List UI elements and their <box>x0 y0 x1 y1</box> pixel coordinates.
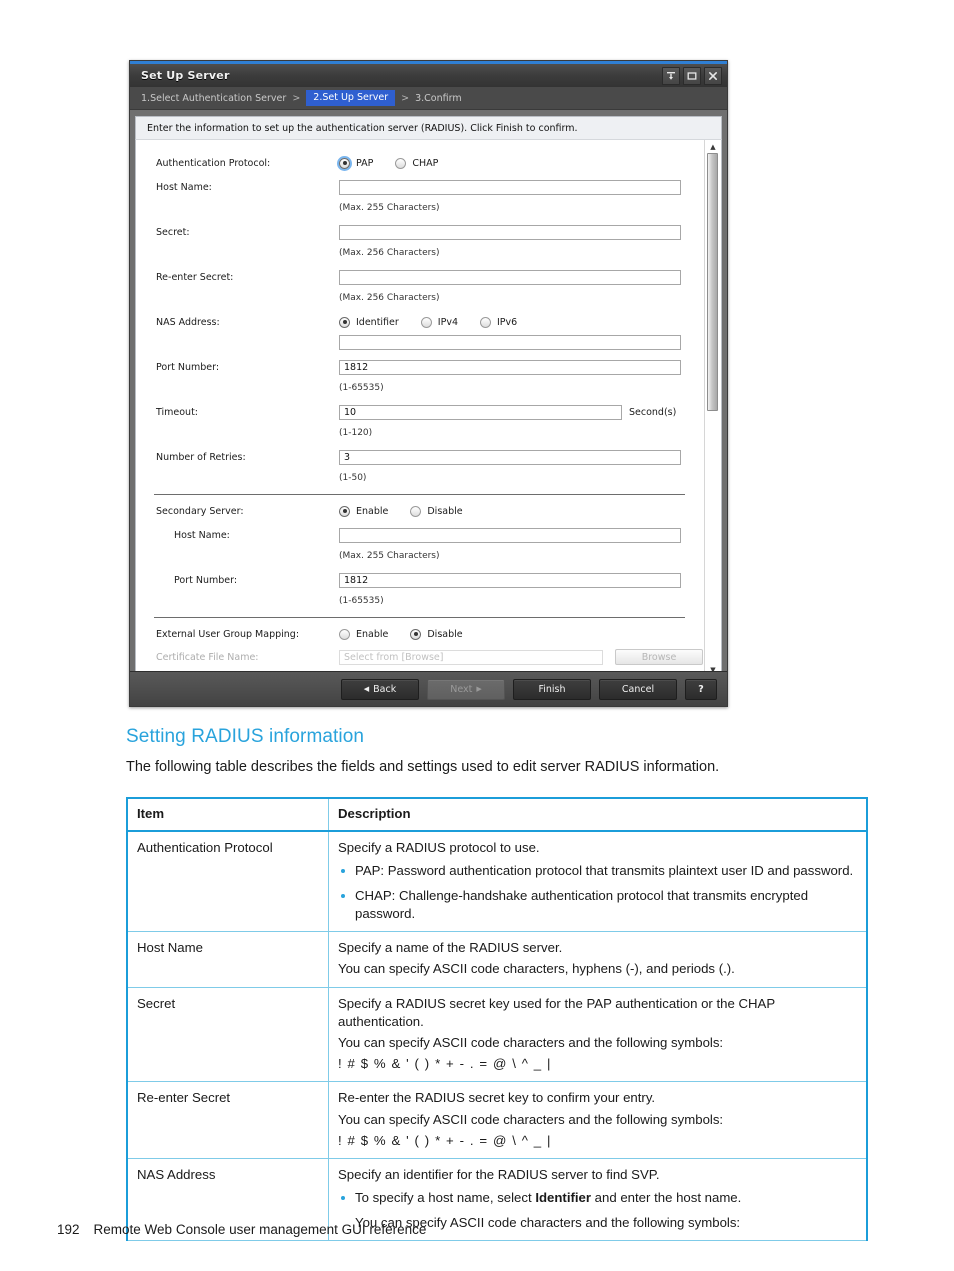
section-heading: Setting RADIUS information <box>126 726 365 747</box>
table-row: Secret Specify a RADIUS secret key used … <box>126 986 868 1083</box>
desc-bullet-list: PAP: Password authentication protocol th… <box>338 862 857 923</box>
page-number: 192 <box>57 1222 80 1237</box>
row-item-reenter-secret: Re-enter Secret <box>126 1081 329 1160</box>
row-item-secret: Secret <box>126 986 329 1083</box>
desc-bullet: PAP: Password authentication protocol th… <box>338 862 857 880</box>
bullet-post: and enter the host name. <box>591 1190 742 1206</box>
page-footer: 192 Remote Web Console user management GU… <box>57 1222 426 1237</box>
row-desc-secret: Specify a RADIUS secret key used for the… <box>328 986 868 1083</box>
desc-symbols: ! # $ % & ' ( ) * + - . = @ \ ^ _ | <box>338 1132 552 1148</box>
table-row: Host Name Specify a name of the RADIUS s… <box>126 931 868 988</box>
table-header-row: Item Description <box>126 796 868 833</box>
radius-fields-table: Item Description Authentication Protocol… <box>126 796 868 1241</box>
table-header-item: Item <box>126 796 329 833</box>
desc-lead: Specify a RADIUS protocol to use. <box>338 840 540 856</box>
row-desc-auth-protocol: Specify a RADIUS protocol to use. PAP: P… <box>328 830 868 933</box>
row-item-auth-protocol: Authentication Protocol <box>126 830 329 933</box>
desc-line: You can specify ASCII code characters an… <box>338 1034 724 1050</box>
intro-paragraph: The following table describes the fields… <box>126 759 720 775</box>
desc-line: You can specify ASCII code characters, h… <box>338 961 735 977</box>
row-desc-host-name: Specify a name of the RADIUS server. You… <box>328 931 868 988</box>
desc-lead: Specify an identifier for the RADIUS ser… <box>338 1167 660 1183</box>
footer-text: Remote Web Console user management GUI r… <box>93 1222 427 1237</box>
desc-bullet: To specify a host name, select Identifie… <box>338 1189 857 1207</box>
desc-lead: Specify a name of the RADIUS server. <box>338 940 563 956</box>
desc-symbols: ! # $ % & ' ( ) * + - . = @ \ ^ _ | <box>338 1056 552 1072</box>
desc-bullet: CHAP: Challenge-handshake authentication… <box>338 887 857 923</box>
document-content: Setting RADIUS information The following… <box>0 0 954 1271</box>
table-row: Re-enter Secret Re-enter the RADIUS secr… <box>126 1081 868 1160</box>
row-desc-reenter-secret: Re-enter the RADIUS secret key to confir… <box>328 1081 868 1160</box>
table-header-description: Description <box>328 796 868 833</box>
table-row: Authentication Protocol Specify a RADIUS… <box>126 830 868 933</box>
desc-line: You can specify ASCII code characters an… <box>338 1111 724 1127</box>
bullet-pre: To specify a host name, select <box>355 1190 536 1206</box>
desc-lead: Re-enter the RADIUS secret key to confir… <box>338 1090 656 1106</box>
bullet-bold: Identifier <box>535 1190 592 1206</box>
desc-lead: Specify a RADIUS secret key used for the… <box>338 995 775 1029</box>
row-item-host-name: Host Name <box>126 931 329 988</box>
